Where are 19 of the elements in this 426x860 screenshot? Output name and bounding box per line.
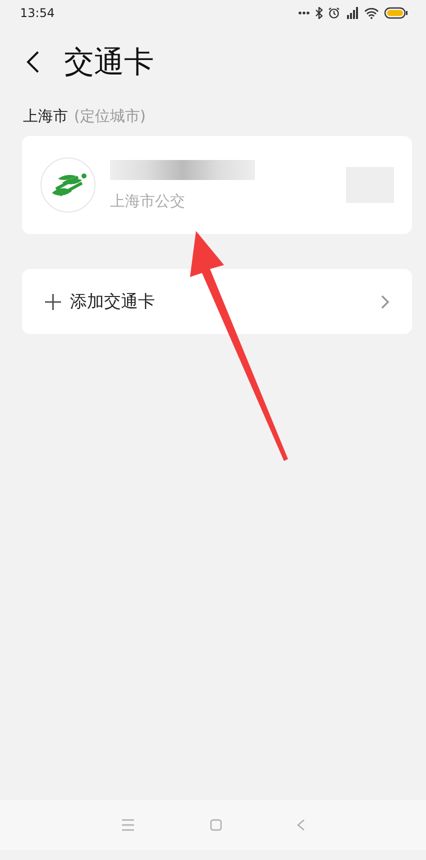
menu-icon[interactable] <box>121 819 135 831</box>
city-label: 上海市 <box>23 107 68 126</box>
alarm-icon <box>328 7 340 19</box>
signal-icon <box>345 7 359 19</box>
plus-icon <box>44 292 62 310</box>
home-icon[interactable] <box>210 819 222 831</box>
back-nav-icon[interactable] <box>297 819 305 831</box>
city-note: (定位城市) <box>74 107 146 126</box>
page-title: 交通卡 <box>64 44 154 82</box>
battery-icon <box>384 7 408 19</box>
back-icon[interactable] <box>26 50 40 74</box>
more-dots-icon <box>298 11 310 15</box>
wifi-icon <box>364 7 379 19</box>
status-time: 13:54 <box>20 6 55 20</box>
transit-logo-icon <box>40 157 96 213</box>
add-card-button[interactable]: 添加交通卡 <box>22 269 412 334</box>
chevron-right-icon <box>380 294 390 310</box>
bluetooth-icon <box>315 7 323 19</box>
card-subtitle: 上海市公交 <box>110 192 186 210</box>
